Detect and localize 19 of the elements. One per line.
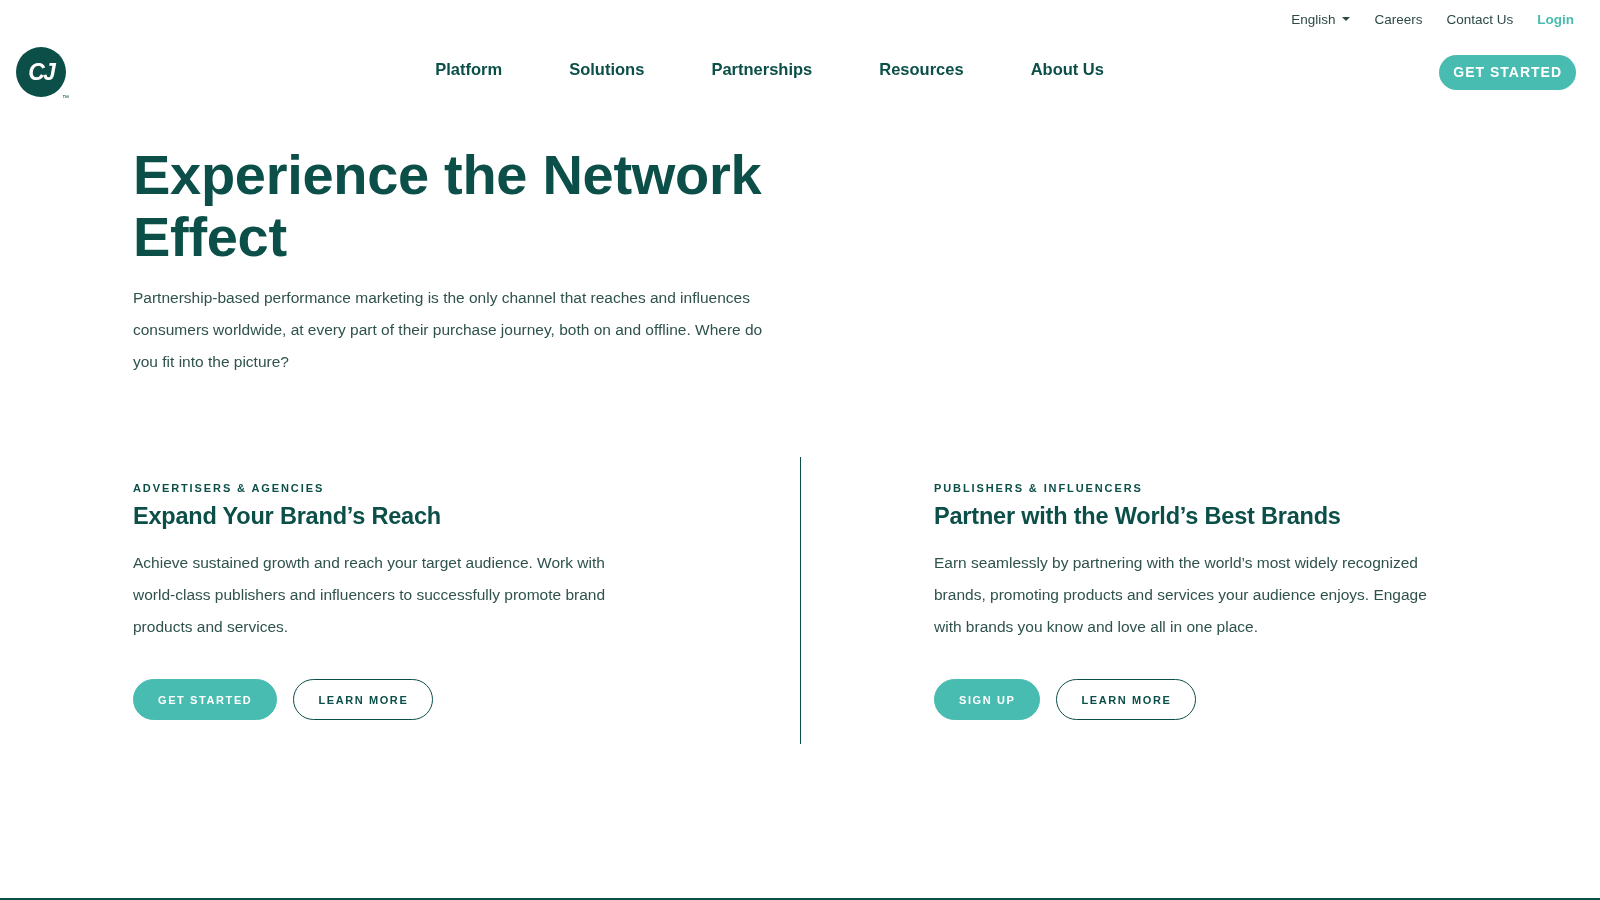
nav-link[interactable]: Partnerships (711, 59, 813, 79)
hero-text: Partnership-based performance marketing is the only channel that reaches and influences consumers worldwide, at every part of their purchase journey, both on and offline. Where do you fit into the picture? (133, 288, 764, 372)
section-eyebrow: ADVERTISERS & AGENCIES (133, 481, 325, 495)
section-eyebrow: PUBLISHERS & INFLUENCERS (934, 481, 1143, 495)
nav-link[interactable]: Resources (879, 59, 964, 79)
section-text: Earn seamlessly by partnering with the world’s most widely recognized brands, promoting products and services your audience enjoys. Engage with brands you know and love all in one place. (934, 553, 1428, 637)
section-text: Achieve sustained growth and reach your target audience. Work with world-class publishers and influencers to successfully promote brand products and services. (133, 553, 607, 637)
nav-link[interactable]: Solutions (569, 59, 645, 79)
section-heading: Expand Your Brand’s Reach (133, 502, 441, 531)
learn-more-button[interactable]: LEARN MORE (1056, 679, 1197, 720)
language-dropdown[interactable]: English (1291, 11, 1351, 27)
utility-link[interactable]: Contact Us (1446, 11, 1514, 27)
learn-more-button[interactable]: LEARN MORE (293, 679, 434, 720)
hero-title: Experience the Network Effect (133, 144, 763, 268)
caret-icon (1342, 17, 1351, 21)
utility-link[interactable]: Careers (1374, 11, 1423, 27)
section-heading: Partner with the World’s Best Brands (934, 502, 1341, 531)
nav-link[interactable]: Platform (435, 59, 503, 79)
nav-link[interactable]: About Us (1030, 59, 1104, 79)
